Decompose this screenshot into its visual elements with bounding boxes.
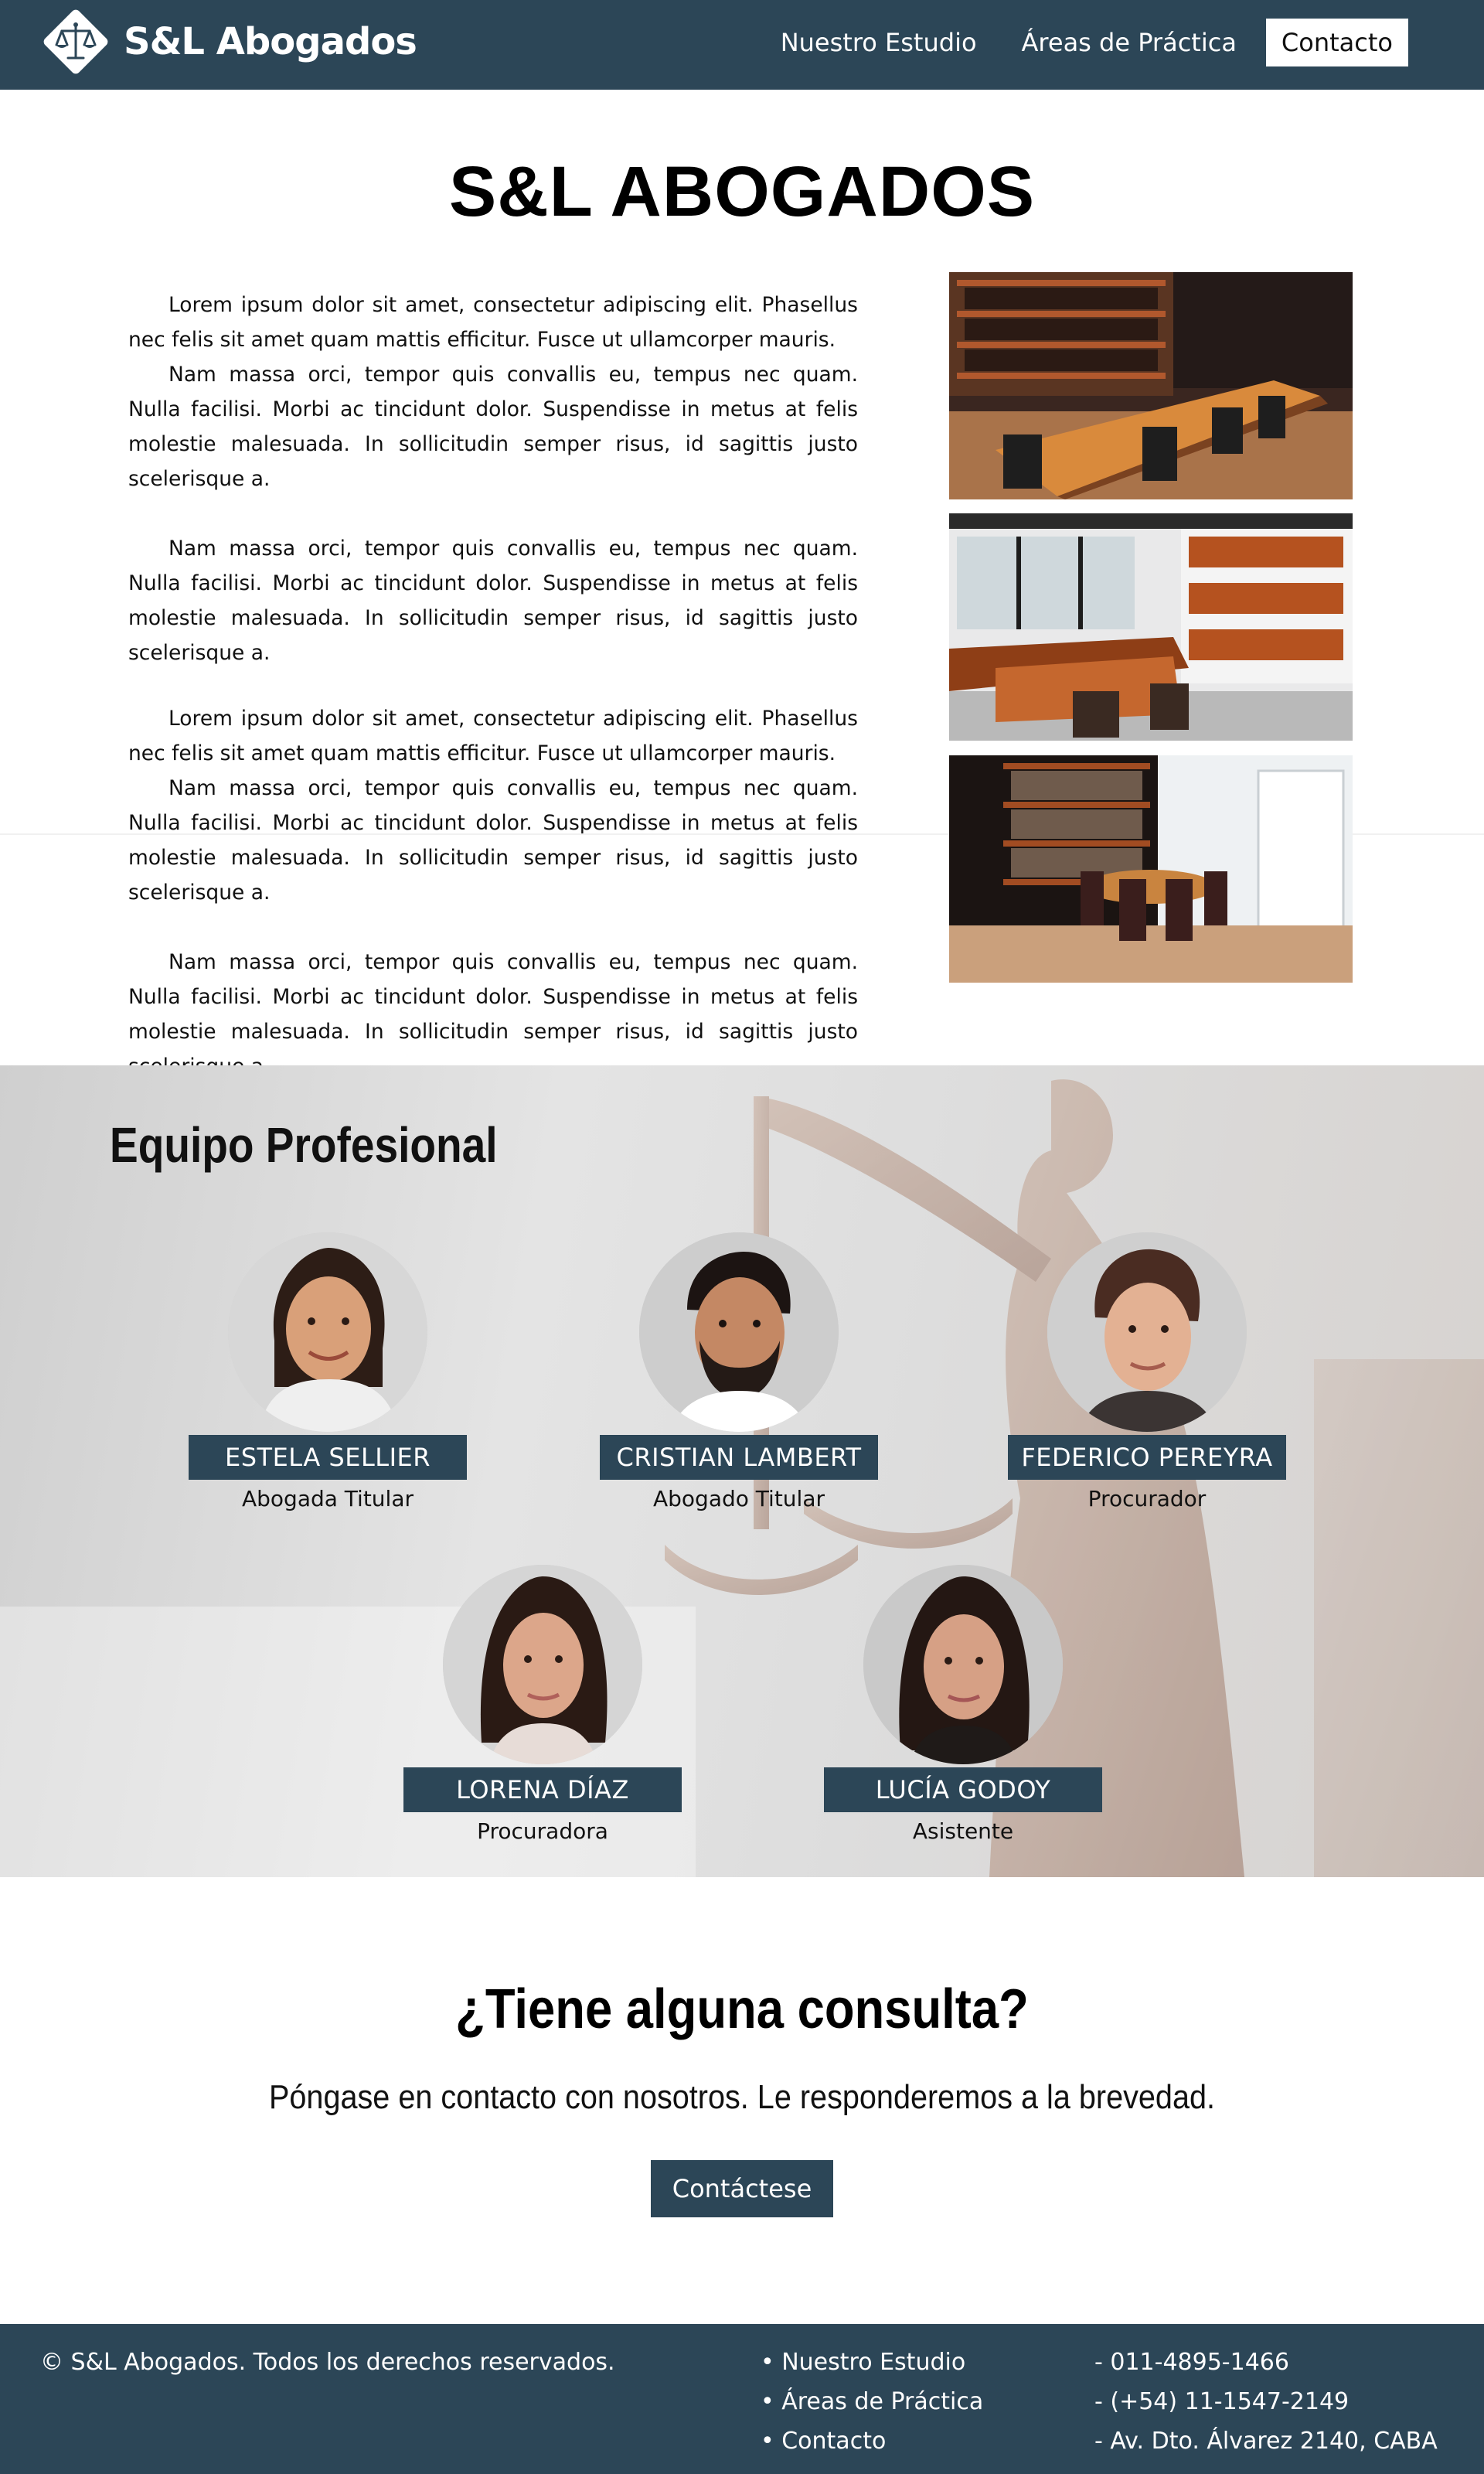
team-section: Equipo Profesional ESTELA SELLIER Abogad…	[0, 1065, 1484, 1877]
intro-text: Lorem ipsum dolor sit amet, consectetur …	[128, 288, 858, 1084]
footer-copyright: © S&L Abogados. Todos los derechos reser…	[40, 2349, 615, 2376]
team-title: Equipo Profesional	[110, 1117, 498, 1173]
office-photo-meeting-room	[949, 755, 1353, 983]
page-title: S&L ABOGADOS	[448, 152, 1036, 231]
woman-portrait-icon	[228, 1232, 427, 1432]
member-role: Procurador	[1087, 1486, 1207, 1511]
footer-address: - Av. Dto. Álvarez 2140, CABA	[1094, 2428, 1438, 2455]
cta-title: ¿Tiene alguna consulta?	[455, 1978, 1029, 2040]
member-role: Abogada Titular	[241, 1486, 414, 1511]
office-photo-conference-room	[949, 272, 1353, 499]
intro-paragraph: Nam massa orci, tempor quis convallis eu…	[128, 776, 858, 905]
team-member-card: LORENA DÍAZ Procuradora	[403, 1565, 682, 1844]
member-role: Procuradora	[477, 1818, 608, 1844]
member-name: ESTELA SELLIER	[189, 1435, 467, 1480]
nav-contact-button[interactable]: Contacto	[1265, 19, 1408, 66]
member-avatar	[443, 1565, 642, 1764]
contact-cta-button[interactable]: Contáctese	[651, 2160, 833, 2217]
team-member-card: ESTELA SELLIER Abogada Titular	[189, 1232, 467, 1511]
man-portrait-icon	[1047, 1232, 1247, 1432]
woman-portrait-icon	[863, 1565, 1063, 1764]
member-avatar	[863, 1565, 1063, 1764]
member-role: Asistente	[912, 1818, 1014, 1844]
intro-paragraph: Nam massa orci, tempor quis convallis eu…	[128, 950, 858, 1079]
member-name: FEDERICO PEREYRA	[1008, 1435, 1286, 1480]
footer-phone: - 011-4895-1466	[1094, 2349, 1289, 2376]
main-nav: Nuestro Estudio Áreas de Práctica Contac…	[736, 19, 1408, 66]
footer: © S&L Abogados. Todos los derechos reser…	[0, 2324, 1484, 2474]
member-avatar	[228, 1232, 427, 1432]
woman-portrait-icon	[443, 1565, 642, 1764]
member-name: LUCÍA GODOY	[824, 1767, 1102, 1812]
footer-contact-info: - 011-4895-1466 - (+54) 11-1547-2149 - A…	[1094, 2349, 1438, 2467]
member-avatar	[1047, 1232, 1247, 1432]
footer-links: • Nuestro Estudio • Áreas de Práctica • …	[761, 2349, 983, 2467]
nav-link-areas-de-practica[interactable]: Áreas de Práctica	[1022, 28, 1237, 57]
intro-paragraph: Nam massa orci, tempor quis convallis eu…	[128, 537, 858, 665]
footer-link-areas-de-practica[interactable]: • Áreas de Práctica	[761, 2388, 983, 2428]
intro-paragraph: Lorem ipsum dolor sit amet, consectetur …	[128, 707, 858, 765]
brand-logo-link[interactable]: S&L Abogados	[40, 6, 417, 77]
cta-subtitle: Póngase en contacto con nosotros. Le res…	[268, 2078, 1215, 2116]
member-name: LORENA DÍAZ	[403, 1767, 682, 1812]
intro-paragraph: Lorem ipsum dolor sit amet, consectetur …	[128, 293, 858, 352]
footer-link-nuestro-estudio[interactable]: • Nuestro Estudio	[761, 2349, 983, 2388]
team-member-card: CRISTIAN LAMBERT Abogado Titular	[600, 1232, 878, 1511]
intro-paragraph: Nam massa orci, tempor quis convallis eu…	[128, 363, 858, 491]
member-name: CRISTIAN LAMBERT	[600, 1435, 878, 1480]
team-member-card: LUCÍA GODOY Asistente	[824, 1565, 1102, 1844]
nav-link-nuestro-estudio[interactable]: Nuestro Estudio	[781, 28, 977, 57]
member-avatar	[639, 1232, 839, 1432]
navbar: S&L Abogados Nuestro Estudio Áreas de Pr…	[0, 0, 1484, 90]
footer-mobile: - (+54) 11-1547-2149	[1094, 2388, 1350, 2415]
man-portrait-icon	[639, 1232, 839, 1432]
office-photo-desk	[949, 513, 1353, 741]
brand-name: S&L Abogados	[124, 20, 417, 63]
member-role: Abogado Titular	[653, 1486, 825, 1511]
team-member-card: FEDERICO PEREYRA Procurador	[1008, 1232, 1286, 1511]
footer-link-contacto[interactable]: • Contacto	[761, 2428, 983, 2467]
scales-of-justice-logo-icon	[43, 9, 108, 74]
